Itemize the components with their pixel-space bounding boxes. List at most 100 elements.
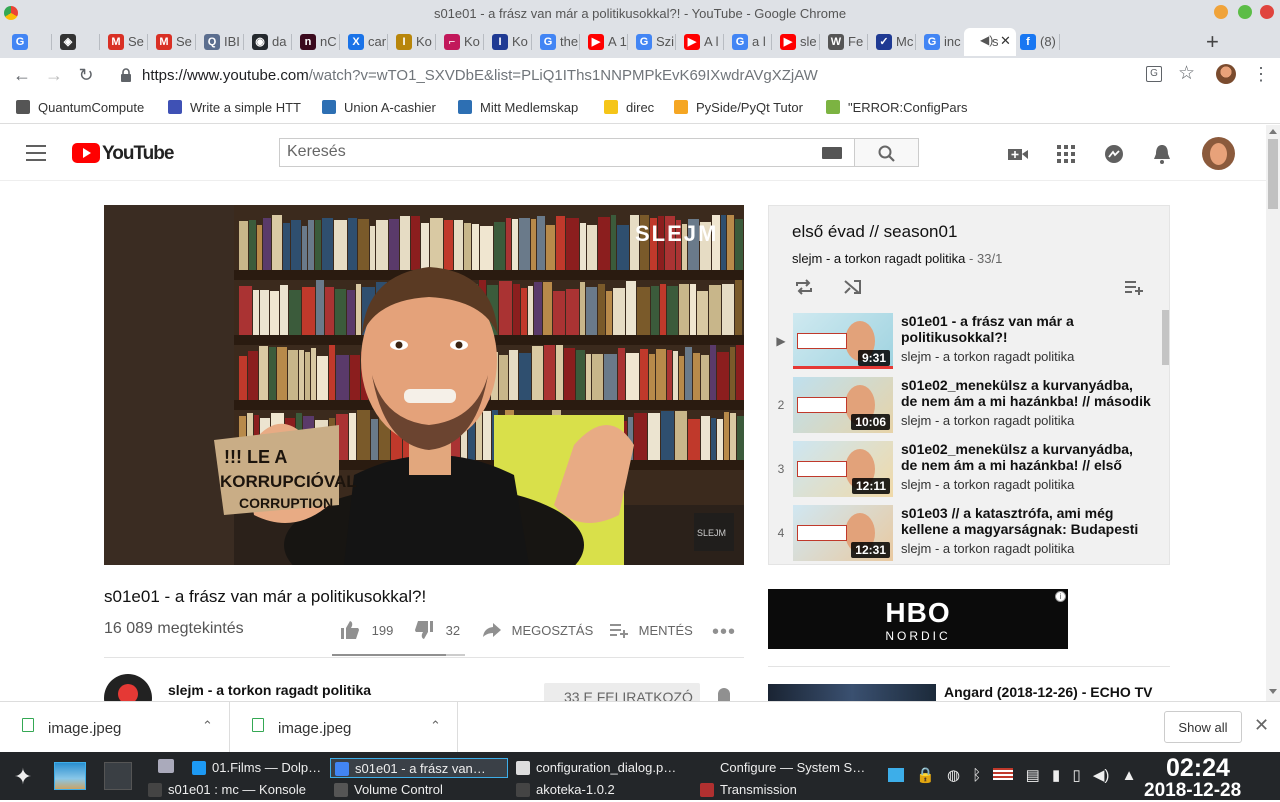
tab[interactable]: n nC <box>292 28 340 56</box>
hamburger-menu-icon[interactable] <box>26 145 46 161</box>
loop-icon[interactable] <box>794 278 814 296</box>
playlist-item[interactable]: 3 12:11 s01e02_menekülsz a kurvanyádba, de… <box>769 438 1169 502</box>
dislike-button[interactable]: 32 <box>414 620 460 640</box>
translate-icon[interactable]: G <box>1146 66 1162 82</box>
playlist-scrollbar[interactable] <box>1162 310 1169 365</box>
search-button[interactable] <box>854 138 919 167</box>
reload-icon[interactable]: ↻ <box>75 64 97 86</box>
desktop-pager-2[interactable] <box>104 762 132 790</box>
taskbar-task[interactable]: 01.Films — Dolp… <box>188 758 324 778</box>
desktop-pager[interactable] <box>54 762 86 790</box>
notifications-bell-icon[interactable] <box>1150 143 1174 165</box>
more-actions-icon[interactable]: ••• <box>712 622 736 642</box>
apps-grid-icon[interactable] <box>1054 143 1078 165</box>
bookmark-item[interactable]: Write a simple HTT <box>168 100 301 115</box>
vault-icon[interactable]: ▮ <box>1052 767 1060 784</box>
video-player[interactable]: !!! LE A KORRUPCIÓVAL CORRUPTION SLEJM S… <box>104 205 744 565</box>
maximize-button[interactable] <box>1238 5 1252 19</box>
tab[interactable]: G Szi <box>628 28 676 56</box>
new-tab-button[interactable]: + <box>1206 29 1219 55</box>
chevron-up-icon[interactable]: ⌃ <box>430 718 441 734</box>
like-button[interactable]: 199 <box>340 620 393 640</box>
scroll-up-arrow-icon[interactable] <box>1269 129 1277 134</box>
tab[interactable]: ◈ <box>52 28 100 56</box>
taskbar-task[interactable]: Transmission <box>696 780 874 800</box>
taskbar-task[interactable]: s01e01 : mc — Konsole <box>144 780 324 800</box>
tab[interactable]: Q IBI <box>196 28 244 56</box>
bookmark-item[interactable]: "ERROR:ConfigPars <box>826 100 967 115</box>
clipboard-icon[interactable]: ▯ <box>1072 767 1080 784</box>
save-button[interactable]: MENTÉS <box>609 622 693 638</box>
address-bar[interactable]: https://www.youtube.com/watch?v=wTO1_SXV… <box>110 61 1205 89</box>
close-window-button[interactable] <box>1260 5 1274 19</box>
close-download-bar-icon[interactable]: ✕ <box>1254 715 1269 736</box>
tab[interactable]: I Ko <box>484 28 532 56</box>
playlist-item[interactable]: 4 12:31 s01e03 // a katasztrófa, ami még k… <box>769 502 1169 565</box>
chevron-up-icon[interactable]: ⌃ <box>202 718 213 734</box>
bookmark-item[interactable]: Union A-cashier <box>322 100 436 115</box>
bookmark-star-icon[interactable]: ☆ <box>1178 62 1195 85</box>
playlist-item[interactable]: ▶ 9:31 s01e01 - a frász van már a politiku… <box>769 310 1169 374</box>
shuffle-icon[interactable] <box>843 278 863 296</box>
tab[interactable]: ▶ A 1 <box>580 28 628 56</box>
minimize-button[interactable] <box>1214 5 1228 19</box>
bluetooth-icon[interactable]: ᛒ <box>972 767 981 784</box>
forward-icon[interactable]: → <box>43 64 65 86</box>
bookmark-item[interactable]: direc <box>604 100 654 115</box>
tab[interactable]: ◉ da <box>244 28 292 56</box>
clock-date[interactable]: 2018-12-28 <box>1144 780 1241 802</box>
show-all-button[interactable]: Show all <box>1164 711 1242 743</box>
channel-name[interactable]: slejm - a torkon ragadt politika <box>168 682 371 698</box>
tab[interactable]: s ◀) ✕ <box>964 28 1016 56</box>
bookmark-item[interactable]: QuantumCompute <box>16 100 144 115</box>
back-icon[interactable]: ← <box>11 64 33 86</box>
keyboard-icon[interactable] <box>822 147 842 159</box>
tab-close-icon[interactable]: ✕ <box>1000 33 1011 49</box>
add-to-playlist-icon[interactable] <box>1124 279 1144 295</box>
tray-file-icon[interactable] <box>158 759 174 773</box>
messages-icon[interactable] <box>1102 143 1126 165</box>
playlist-thumbnail[interactable]: 12:11 <box>793 441 893 497</box>
scrollbar-thumb[interactable] <box>1268 139 1278 209</box>
taskbar-task[interactable]: Configure — System S… <box>696 758 874 778</box>
network-icon[interactable]: ▤ <box>1026 767 1040 784</box>
tray-expand-icon[interactable]: ▲ <box>1122 767 1137 784</box>
download-item[interactable]: image.jpeg ⌃ <box>0 702 230 752</box>
keyboard-layout-icon[interactable] <box>993 768 1014 780</box>
playlist-title[interactable]: első évad // season01 <box>792 222 957 242</box>
tab[interactable]: Ginc <box>916 28 964 56</box>
tab[interactable]: G <box>4 28 52 56</box>
taskbar-task[interactable]: configuration_dialog.p… <box>512 758 692 778</box>
tab[interactable]: f (8) <box>1012 28 1060 56</box>
tab[interactable]: M Se <box>148 28 196 56</box>
profile-avatar[interactable] <box>1216 64 1236 84</box>
lock-icon[interactable]: 🔒 <box>916 767 935 784</box>
related-video[interactable]: Angard (2018-12-26) - ECHO TV <box>768 684 1170 701</box>
download-item[interactable]: image.jpeg ⌃ <box>230 702 458 752</box>
tab[interactable]: Gthe <box>532 28 580 56</box>
share-button[interactable]: MEGOSZTÁS <box>482 622 593 638</box>
create-video-icon[interactable] <box>1006 143 1030 165</box>
page-scrollbar[interactable] <box>1266 125 1280 701</box>
scroll-down-arrow-icon[interactable] <box>1269 689 1277 694</box>
tab[interactable]: M Se <box>100 28 148 56</box>
ad-banner[interactable]: HBO NORDIC i <box>768 589 1068 649</box>
tab[interactable]: I Ko <box>388 28 436 56</box>
playlist-thumbnail[interactable]: 12:31 <box>793 505 893 561</box>
tab[interactable]: Ga l <box>724 28 772 56</box>
menu-dots-icon[interactable]: ⋮ <box>1252 63 1270 85</box>
playlist-thumbnail[interactable]: 9:31 <box>793 313 893 369</box>
search-input[interactable]: Keresés <box>279 138 855 167</box>
kde-connect-icon[interactable] <box>888 768 904 782</box>
tab[interactable]: ▶ sle <box>772 28 820 56</box>
tab[interactable]: ✓ Mc <box>868 28 916 56</box>
channel-avatar[interactable] <box>104 674 152 701</box>
bookmark-item[interactable]: Mitt Medlemskap <box>458 100 578 115</box>
taskbar-task[interactable]: Volume Control <box>330 780 510 800</box>
playlist-channel[interactable]: slejm - a torkon ragadt politika <box>792 251 965 266</box>
account-avatar[interactable] <box>1202 137 1235 170</box>
tab[interactable]: W Fe <box>820 28 868 56</box>
playlist-item[interactable]: 2 10:06 s01e02_menekülsz a kurvanyádba, de… <box>769 374 1169 438</box>
taskbar-task[interactable]: akoteka-1.0.2 <box>512 780 692 800</box>
playlist-thumbnail[interactable]: 10:06 <box>793 377 893 433</box>
